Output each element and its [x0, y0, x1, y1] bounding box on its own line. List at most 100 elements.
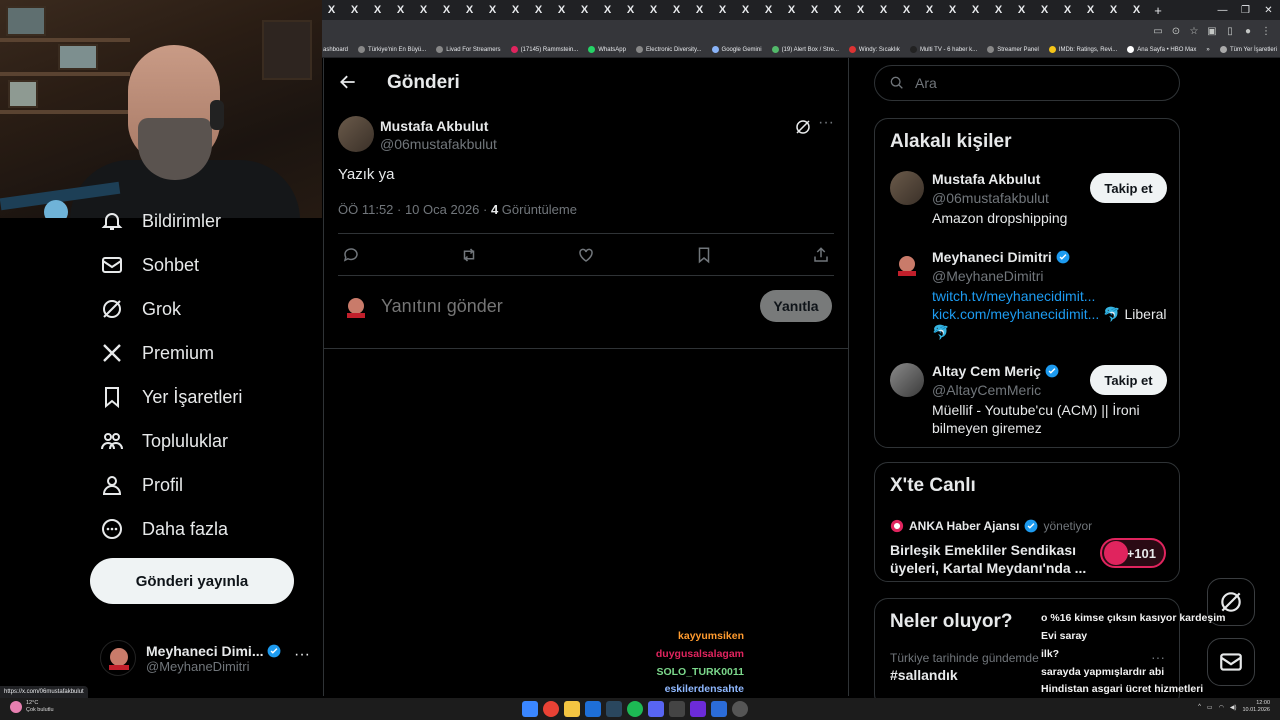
app-icon[interactable]	[585, 701, 601, 717]
browser-tab[interactable]: X	[412, 0, 435, 20]
browser-tab[interactable]: X	[320, 0, 343, 20]
browser-tab[interactable]: X	[435, 0, 458, 20]
browser-tab[interactable]: X	[1102, 0, 1125, 20]
nav-item-grok[interactable]: Grok	[100, 294, 181, 324]
bookmarks-overflow[interactable]: »	[1203, 47, 1212, 53]
browser-tab[interactable]: X	[757, 0, 780, 20]
more-icon[interactable]: ···	[1151, 649, 1165, 665]
url-field[interactable]	[326, 23, 1152, 39]
discord-icon[interactable]	[648, 701, 664, 717]
nav-item-more[interactable]: Daha fazla	[100, 514, 228, 544]
bookmark[interactable]: (19) Alert Box / Stre...	[769, 46, 842, 53]
browser-tab[interactable]: X	[389, 0, 412, 20]
search-box[interactable]: Ara	[874, 65, 1180, 101]
close-icon[interactable]: ✕	[1257, 0, 1280, 20]
chevron-up-icon[interactable]: ^	[1198, 704, 1201, 710]
browser-tab[interactable]: X	[619, 0, 642, 20]
minimize-icon[interactable]: —	[1211, 0, 1234, 20]
nav-item-chat[interactable]: Sohbet	[100, 250, 199, 280]
live-headline[interactable]: Birleşik Emekliler Sendikası üyeleri, Ka…	[890, 541, 1090, 577]
avatar[interactable]	[338, 116, 374, 152]
bookmark[interactable]: Livad For Streamers	[433, 46, 503, 53]
browser-tab[interactable]: X	[780, 0, 803, 20]
bookmark[interactable]: WhatsApp	[585, 46, 629, 53]
new-tab-button[interactable]: +	[1148, 0, 1168, 20]
browser-tab[interactable]: X	[849, 0, 872, 20]
live-listeners-badge[interactable]: +101	[1100, 538, 1166, 568]
more-icon[interactable]: ···	[294, 646, 310, 664]
clock[interactable]: 12:00 10.01.2026	[1242, 700, 1270, 714]
bio-link[interactable]: twitch.tv/meyhanecidimit...	[932, 288, 1095, 304]
post-button[interactable]: Gönderi yayınla	[90, 558, 294, 604]
profile-icon[interactable]: ●	[1242, 26, 1254, 37]
bookmark[interactable]: Electronic Diversity...	[633, 46, 705, 53]
browser-tab[interactable]: X	[1079, 0, 1102, 20]
bookmark[interactable]: Ana Sayfa • HBO Max	[1124, 46, 1199, 53]
nav-item-bookmarks[interactable]: Yer İşaretleri	[100, 382, 242, 412]
grok-icon[interactable]	[794, 118, 812, 136]
browser-tab[interactable]: X	[872, 0, 895, 20]
browser-tab[interactable]: X	[987, 0, 1010, 20]
retweet-icon[interactable]	[460, 246, 478, 264]
weather-widget[interactable]: 12°C Çok bulutlu	[10, 700, 54, 714]
browser-tab[interactable]: X	[596, 0, 619, 20]
browser-tab[interactable]: X	[895, 0, 918, 20]
browser-tab[interactable]: X	[458, 0, 481, 20]
browser-tab[interactable]: X	[1010, 0, 1033, 20]
search-input[interactable]: Ara	[915, 75, 937, 91]
bio-link[interactable]: kick.com/meyhanecidimit...	[932, 306, 1099, 322]
nav-item-premium[interactable]: Premium	[100, 338, 214, 368]
nav-item-notifications[interactable]: Bildirimler	[100, 206, 221, 236]
app-icon[interactable]	[690, 701, 706, 717]
browser-tab[interactable]: X	[366, 0, 389, 20]
live-host[interactable]: ANKA Haber Ajansı yönetiyor	[890, 519, 1092, 533]
browser-tab[interactable]: X	[918, 0, 941, 20]
app-icon[interactable]	[711, 701, 727, 717]
browser-tab[interactable]: X	[665, 0, 688, 20]
tweet-author-name[interactable]: Mustafa Akbulut	[380, 118, 488, 134]
cast-icon[interactable]: ▭	[1152, 26, 1164, 37]
chrome-icon[interactable]	[543, 701, 559, 717]
star-icon[interactable]: ☆	[1188, 26, 1200, 37]
restore-icon[interactable]: ❐	[1234, 0, 1257, 20]
browser-tab[interactable]: X	[964, 0, 987, 20]
account-switcher[interactable]: Meyhaneci Dimi... @MeyhaneDimitri ···	[100, 636, 310, 680]
browser-tab[interactable]: X	[941, 0, 964, 20]
browser-tab[interactable]: X	[527, 0, 550, 20]
trend-name[interactable]: #sallandık	[890, 667, 958, 683]
bookmark-icon[interactable]	[695, 246, 713, 264]
battery-icon[interactable]: ▭	[1207, 704, 1213, 711]
nav-item-profile[interactable]: Profil	[100, 470, 183, 500]
browser-tab[interactable]: X	[1125, 0, 1148, 20]
bookmark[interactable]: IMDb: Ratings, Revi...	[1046, 46, 1120, 53]
browser-tab[interactable]: X	[734, 0, 757, 20]
browser-tab[interactable]: X	[504, 0, 527, 20]
browser-tab[interactable]: X	[826, 0, 849, 20]
browser-tab[interactable]: X	[573, 0, 596, 20]
reply-input[interactable]	[381, 296, 741, 317]
bookmark[interactable]: Multi TV - 6 haber k...	[907, 46, 980, 53]
volume-icon[interactable]: ◀)	[1230, 704, 1237, 711]
back-arrow-icon[interactable]	[338, 72, 358, 92]
spotify-icon[interactable]	[627, 701, 643, 717]
browser-tab[interactable]: X	[1056, 0, 1079, 20]
bookmark[interactable]: Google Gemini	[709, 46, 765, 53]
folder-icon[interactable]	[564, 701, 580, 717]
messages-float-button[interactable]	[1207, 638, 1255, 686]
like-icon[interactable]	[577, 246, 595, 264]
browser-tab[interactable]: X	[642, 0, 665, 20]
bookmark[interactable]: Türkiye'nin En Büyü...	[355, 46, 429, 53]
browser-tab[interactable]: X	[688, 0, 711, 20]
wifi-icon[interactable]: ◠	[1219, 704, 1224, 711]
tweet-timestamp[interactable]: ÖÖ 11:52 · 10 Oca 2026 ·	[338, 202, 491, 217]
browser-tab[interactable]: X	[343, 0, 366, 20]
more-icon[interactable]: ···	[818, 114, 834, 132]
browser-tab[interactable]: X	[550, 0, 573, 20]
sidebar-icon[interactable]: ▯	[1224, 26, 1236, 37]
tweet-author-handle[interactable]: @06mustafakbulut	[380, 136, 497, 152]
extensions-icon[interactable]: ▣	[1206, 26, 1218, 37]
menu-icon[interactable]: ⋮	[1260, 26, 1272, 37]
share-icon[interactable]	[812, 246, 830, 264]
zoom-icon[interactable]: ⊙	[1170, 26, 1182, 37]
browser-tab[interactable]: X	[803, 0, 826, 20]
